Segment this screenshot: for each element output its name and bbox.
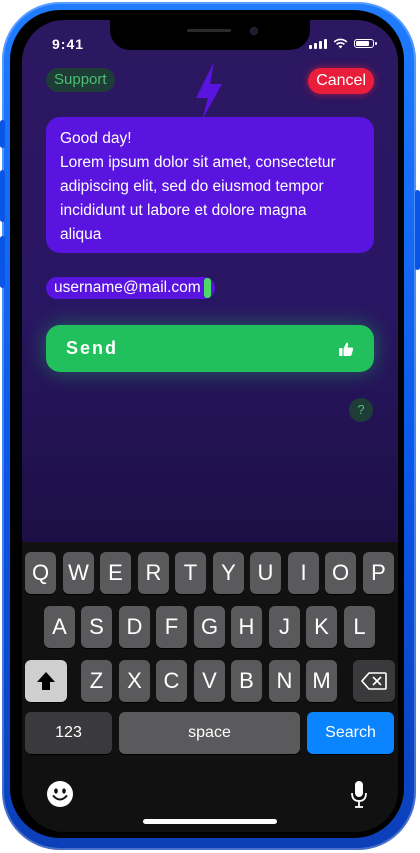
support-button[interactable]: Support bbox=[46, 68, 115, 92]
shift-arrow-icon bbox=[37, 672, 55, 690]
message-bubble[interactable]: Good day! Lorem ipsum dolor sit amet, co… bbox=[46, 117, 374, 253]
message-line: aliqua bbox=[60, 226, 102, 243]
send-label: Send bbox=[66, 338, 119, 358]
front-camera bbox=[250, 27, 258, 35]
key-x[interactable]: X bbox=[119, 660, 150, 702]
backspace-icon bbox=[360, 672, 387, 690]
keyboard: Q W E R T Y U I O P A S D F G H J K L Z … bbox=[22, 542, 398, 832]
microphone-icon[interactable] bbox=[350, 780, 368, 808]
speaker bbox=[187, 29, 231, 32]
numbers-key[interactable]: 123 bbox=[25, 712, 112, 754]
status-time: 9:41 bbox=[52, 36, 85, 52]
key-r[interactable]: R bbox=[138, 552, 169, 594]
battery-fill bbox=[356, 41, 369, 46]
key-s[interactable]: S bbox=[81, 606, 112, 648]
lightning-bolt-icon bbox=[196, 62, 222, 120]
cancel-button[interactable]: Cancel bbox=[308, 68, 374, 94]
email-value: username@mail.com bbox=[54, 279, 201, 296]
help-button[interactable]: ? bbox=[349, 398, 373, 422]
battery-icon bbox=[354, 39, 377, 48]
wifi-icon bbox=[333, 38, 348, 49]
shift-key[interactable] bbox=[25, 660, 67, 702]
key-u[interactable]: U bbox=[250, 552, 281, 594]
thumbs-up-icon bbox=[339, 342, 354, 356]
key-k[interactable]: K bbox=[306, 606, 337, 648]
notch bbox=[110, 20, 310, 50]
email-field[interactable]: username@mail.com bbox=[46, 277, 215, 299]
key-z[interactable]: Z bbox=[81, 660, 112, 702]
message-line: Good day! bbox=[60, 130, 132, 147]
message-line: incididunt ut labore et dolore magna bbox=[60, 202, 307, 219]
home-indicator[interactable] bbox=[143, 819, 277, 824]
mute-switch bbox=[0, 120, 5, 148]
text-cursor bbox=[203, 278, 211, 298]
key-b[interactable]: B bbox=[231, 660, 262, 702]
volume-down-button bbox=[0, 236, 5, 288]
message-line: Lorem ipsum dolor sit amet, consectetur bbox=[60, 154, 336, 171]
key-v[interactable]: V bbox=[194, 660, 225, 702]
status-icons bbox=[309, 38, 377, 49]
key-w[interactable]: W bbox=[63, 552, 94, 594]
key-g[interactable]: G bbox=[194, 606, 225, 648]
key-y[interactable]: Y bbox=[213, 552, 244, 594]
space-key[interactable]: space bbox=[119, 712, 300, 754]
key-a[interactable]: A bbox=[44, 606, 75, 648]
search-key[interactable]: Search bbox=[307, 712, 394, 754]
key-q[interactable]: Q bbox=[25, 552, 56, 594]
key-d[interactable]: D bbox=[119, 606, 150, 648]
emoji-icon[interactable] bbox=[46, 780, 74, 808]
key-t[interactable]: T bbox=[175, 552, 206, 594]
key-p[interactable]: P bbox=[363, 552, 394, 594]
power-button bbox=[415, 190, 420, 270]
screen: 9:41 Support Cancel Good day! Lorem ipsu… bbox=[22, 20, 398, 832]
backspace-key[interactable] bbox=[353, 660, 395, 702]
key-o[interactable]: O bbox=[325, 552, 356, 594]
volume-up-button bbox=[0, 170, 5, 222]
signal-icon bbox=[309, 38, 327, 49]
key-m[interactable]: M bbox=[306, 660, 337, 702]
key-l[interactable]: L bbox=[344, 606, 375, 648]
key-h[interactable]: H bbox=[231, 606, 262, 648]
key-e[interactable]: E bbox=[100, 552, 131, 594]
key-c[interactable]: C bbox=[156, 660, 187, 702]
key-i[interactable]: I bbox=[288, 552, 319, 594]
key-f[interactable]: F bbox=[156, 606, 187, 648]
send-button[interactable]: Send bbox=[46, 325, 374, 372]
key-j[interactable]: J bbox=[269, 606, 300, 648]
key-n[interactable]: N bbox=[269, 660, 300, 702]
message-line: adipiscing elit, sed do eiusmod tempor bbox=[60, 178, 324, 195]
